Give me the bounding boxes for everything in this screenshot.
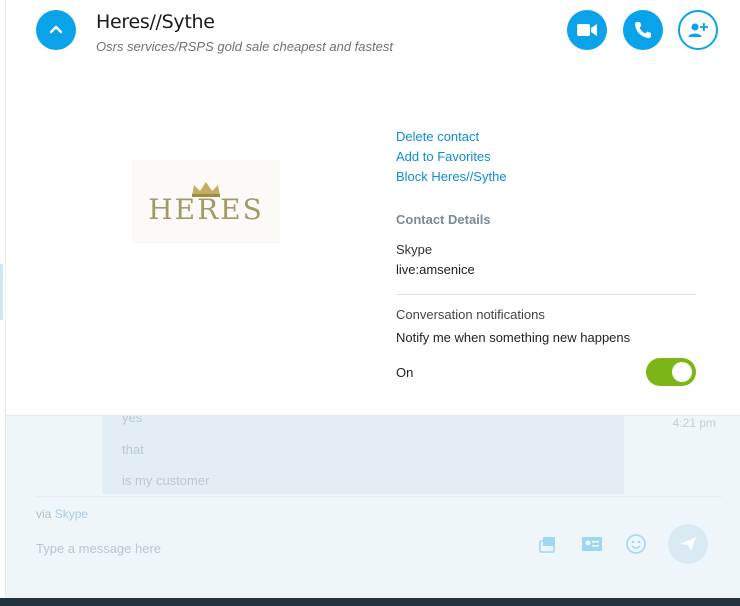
contact-mood-message: Osrs services/RSPS gold sale cheapest an… (96, 39, 393, 54)
send-icon (680, 537, 696, 551)
chat-message: that (122, 442, 144, 457)
contact-card-icon[interactable] (580, 532, 604, 556)
notifications-description: Notify me when something new happens (396, 330, 631, 345)
video-camera-icon (577, 24, 597, 36)
message-timestamp: 4:21 pm (672, 416, 716, 430)
block-contact-link[interactable]: Block Heres//Sythe (396, 169, 507, 184)
add-person-icon (688, 23, 708, 37)
skype-label: Skype (396, 242, 433, 257)
contact-name: Heres//Sythe (96, 11, 215, 33)
via-label: via Skype (36, 507, 88, 521)
notifications-toggle[interactable] (646, 358, 696, 386)
message-input[interactable] (36, 536, 516, 560)
add-people-button[interactable] (678, 10, 718, 50)
avatar-logo-text: HERES (148, 193, 264, 226)
audio-call-button[interactable] (623, 10, 663, 50)
media-gallery-icon[interactable] (536, 532, 560, 556)
section-divider (396, 294, 696, 295)
via-prefix: via (36, 507, 52, 521)
contact-profile-panel: Heres//Sythe Osrs services/RSPS gold sal… (6, 0, 740, 416)
taskbar (0, 598, 740, 606)
notifications-heading: Conversation notifications (396, 307, 545, 322)
phone-icon (635, 22, 651, 38)
sidebar-selection-indicator (0, 264, 3, 320)
delete-contact-link[interactable]: Delete contact (396, 129, 479, 144)
chevron-up-icon (49, 25, 63, 34)
send-button[interactable] (668, 524, 708, 564)
via-skype-link[interactable]: Skype (55, 507, 88, 521)
emoji-icon[interactable] (624, 532, 648, 556)
collapse-button[interactable] (36, 10, 76, 50)
toggle-state-label: On (396, 365, 414, 380)
chat-area: yes that is my customer 4:21 pm via Skyp… (6, 410, 740, 598)
skype-id: live:amsenice (396, 262, 475, 277)
video-call-button[interactable] (567, 10, 607, 50)
chat-message: is my customer (122, 473, 210, 488)
chat-divider (36, 496, 722, 497)
add-to-favorites-link[interactable]: Add to Favorites (396, 149, 491, 164)
avatar: HERES (132, 160, 280, 244)
contact-details-heading: Contact Details (396, 212, 491, 227)
toggle-knob (672, 362, 692, 382)
